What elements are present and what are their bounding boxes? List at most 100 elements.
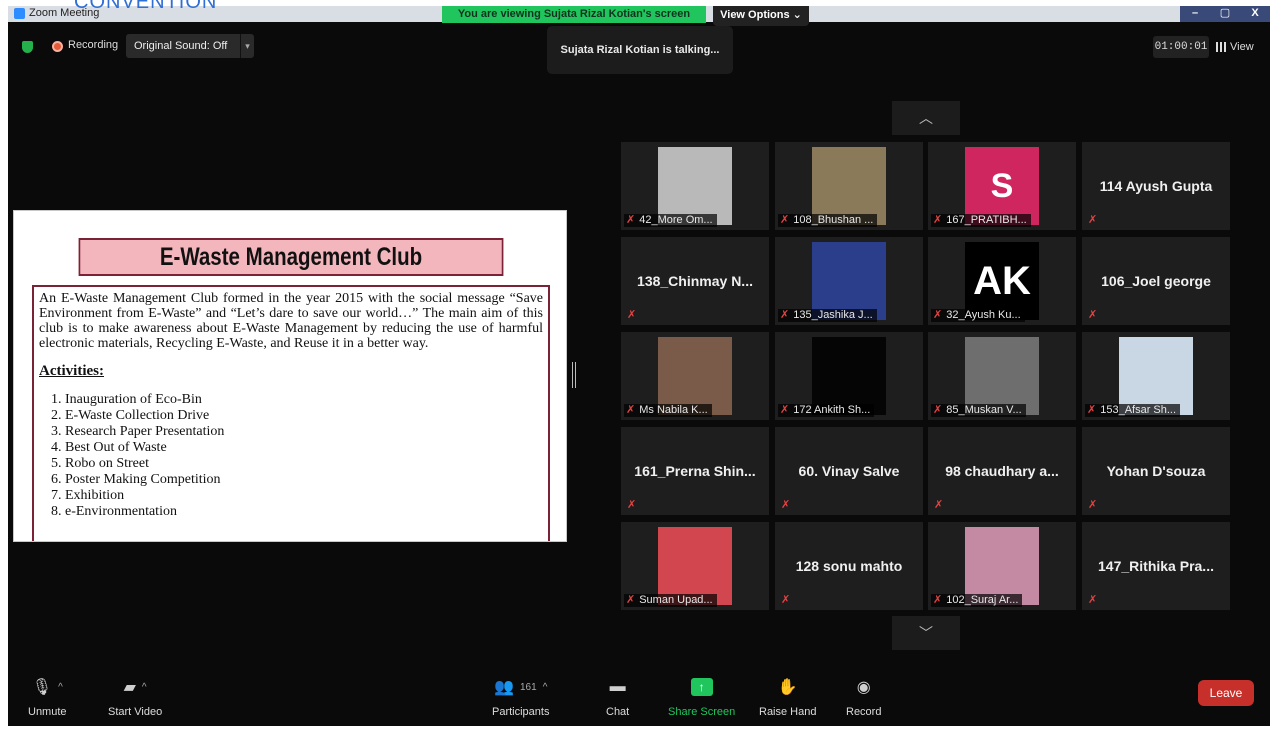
- maximize-button[interactable]: ▢: [1210, 6, 1240, 22]
- participant-name-label: ✗ 108_Bhushan ...: [778, 214, 878, 227]
- participant-name: Ms Nabila K...: [639, 404, 708, 416]
- participant-tile[interactable]: AK ✗ 32_Ayush Ku...: [928, 237, 1076, 325]
- original-sound-label: Original Sound: Off: [134, 40, 228, 52]
- unmute-button[interactable]: 🎙 ^ Unmute: [28, 674, 67, 718]
- record-button[interactable]: ◉ Record: [846, 674, 881, 718]
- muted-microphone-icon: ✗: [1088, 214, 1098, 226]
- zoom-logo-icon: [14, 7, 25, 19]
- participant-tile[interactable]: ✗ 135_Jashika J...: [775, 237, 923, 325]
- participant-name: 128 sonu mahto: [795, 558, 903, 574]
- participant-tile[interactable]: ✗ 108_Bhushan ...: [775, 142, 923, 230]
- close-button[interactable]: X: [1240, 6, 1270, 22]
- muted-microphone-icon: ✗: [933, 404, 943, 416]
- participant-name: 108_Bhushan ...: [793, 214, 874, 226]
- muted-microphone-icon: ✗: [627, 309, 637, 321]
- participants-icon: 👥: [494, 679, 514, 696]
- slide-body: An E-Waste Management Club formed in the…: [32, 285, 550, 541]
- chat-label: Chat: [606, 706, 630, 718]
- muted-microphone-icon: ✗: [1087, 404, 1097, 416]
- original-sound-button[interactable]: Original Sound: Off ▾: [126, 34, 254, 58]
- participant-name-label: ✗ Ms Nabila K...: [624, 404, 712, 417]
- participant-tile[interactable]: 114 Ayush Gupta ✗: [1082, 142, 1230, 230]
- video-off-icon: ▰: [123, 679, 136, 696]
- top-overlay-text: CONVENTION: [74, 0, 218, 13]
- muted-microphone-icon: ✗: [626, 214, 636, 226]
- participant-tile[interactable]: 138_Chinmay N... ✗: [621, 237, 769, 325]
- participant-name: 102_Suraj Ar...: [946, 594, 1019, 606]
- grid-icon: [1216, 42, 1226, 52]
- gallery-prev-page-button[interactable]: ︿: [892, 101, 960, 135]
- participant-name-label: ✗ Suman Upad...: [624, 594, 717, 607]
- muted-microphone-icon: ✗: [1088, 594, 1098, 606]
- muted-microphone-icon: ✗: [1088, 499, 1098, 511]
- recording-dot-icon: [52, 41, 63, 52]
- participant-name-label: ✗ 42_More Om...: [624, 214, 717, 227]
- participant-tile[interactable]: ✗ 153_Afsar Sh...: [1082, 332, 1230, 420]
- participant-tile[interactable]: 147_Rithika Pra... ✗: [1082, 522, 1230, 610]
- participants-button[interactable]: 👥 161 ^ Participants: [492, 674, 549, 718]
- activities-list: Inauguration of Eco-Bin E-Waste Collecti…: [39, 392, 543, 520]
- participant-tile[interactable]: ✗ 85_Muskan V...: [928, 332, 1076, 420]
- share-screen-button[interactable]: ↑ Share Screen: [668, 674, 735, 718]
- raise-hand-button[interactable]: ✋ Raise Hand: [759, 674, 816, 718]
- participant-tile[interactable]: Yohan D'souza ✗: [1082, 427, 1230, 515]
- participant-name: Yohan D'souza: [1106, 463, 1206, 479]
- participant-name: 42_More Om...: [639, 214, 713, 226]
- participant-tile[interactable]: 60. Vinay Salve ✗: [775, 427, 923, 515]
- muted-microphone-icon: ✗: [781, 594, 791, 606]
- caret-up-icon[interactable]: ^: [142, 682, 147, 693]
- participant-name: 85_Muskan V...: [946, 404, 1022, 416]
- muted-microphone-icon: ✗: [780, 404, 790, 416]
- participant-tile[interactable]: S ✗ 167_PRATIBH...: [928, 142, 1076, 230]
- minimize-button[interactable]: –: [1180, 6, 1210, 22]
- chat-bubble-icon: ▬: [609, 678, 626, 695]
- participant-tile[interactable]: 98 chaudhary a... ✗: [928, 427, 1076, 515]
- participant-name: 114 Ayush Gupta: [1099, 178, 1213, 194]
- participant-name-label: ✗ 172 Ankith Sh...: [778, 404, 875, 417]
- muted-microphone-icon: ✗: [627, 499, 637, 511]
- list-item: Inauguration of Eco-Bin: [65, 392, 543, 408]
- meeting-timer: 01:00:01: [1153, 36, 1209, 58]
- participant-tile[interactable]: ✗ 42_More Om...: [621, 142, 769, 230]
- participant-name: 153_Afsar Sh...: [1100, 404, 1177, 416]
- caret-up-icon[interactable]: ^: [58, 682, 63, 693]
- participant-name: 167_PRATIBH...: [946, 214, 1027, 226]
- muted-microphone-icon: ✗: [780, 309, 790, 321]
- participant-name-label: ✗ 102_Suraj Ar...: [931, 594, 1023, 607]
- view-label: View: [1230, 41, 1254, 53]
- participant-name: Suman Upad...: [639, 594, 713, 606]
- chat-button[interactable]: ▬ Chat: [606, 674, 629, 718]
- view-button[interactable]: View: [1216, 36, 1254, 58]
- participant-tile[interactable]: ✗ 172 Ankith Sh...: [775, 332, 923, 420]
- active-speaker-indicator: Sujata Rizal Kotian is talking...: [547, 26, 733, 74]
- split-view-handle[interactable]: [572, 362, 576, 388]
- slide-intro: An E-Waste Management Club formed in the…: [39, 291, 543, 351]
- record-label: Record: [846, 706, 882, 718]
- participant-tile[interactable]: 106_Joel george ✗: [1082, 237, 1230, 325]
- participant-tile[interactable]: ✗ Ms Nabila K...: [621, 332, 769, 420]
- participant-tile[interactable]: ✗ 102_Suraj Ar...: [928, 522, 1076, 610]
- caret-up-icon[interactable]: ^: [543, 682, 548, 693]
- participant-name-label: ✗ 135_Jashika J...: [778, 309, 877, 322]
- participant-name: 106_Joel george: [1101, 273, 1211, 289]
- participant-name: 98 chaudhary a...: [945, 463, 1059, 479]
- participant-tile[interactable]: 161_Prerna Shin... ✗: [621, 427, 769, 515]
- muted-microphone-icon: ✗: [933, 309, 943, 321]
- chevron-down-icon[interactable]: ▾: [240, 34, 254, 58]
- participant-name: 147_Rithika Pra...: [1098, 558, 1214, 574]
- start-video-button[interactable]: ▰ ^ Start Video: [108, 674, 162, 718]
- leave-meeting-button[interactable]: Leave: [1198, 680, 1254, 706]
- view-options-button[interactable]: View Options ⌄: [713, 6, 809, 26]
- muted-microphone-icon: ✗: [780, 214, 790, 226]
- participants-label: Participants: [492, 706, 550, 718]
- participant-tile[interactable]: 128 sonu mahto ✗: [775, 522, 923, 610]
- muted-microphone-icon: 🎙: [31, 679, 53, 696]
- participant-tile[interactable]: ✗ Suman Upad...: [621, 522, 769, 610]
- list-item: Research Paper Presentation: [65, 424, 543, 440]
- participant-name: 32_Ayush Ku...: [946, 309, 1021, 321]
- gallery-next-page-button[interactable]: ﹀: [892, 616, 960, 650]
- security-shield-icon[interactable]: [22, 41, 33, 53]
- participant-name-label: ✗ 167_PRATIBH...: [931, 214, 1031, 227]
- list-item: Robo on Street: [65, 456, 543, 472]
- participant-name: 60. Vinay Salve: [798, 463, 900, 479]
